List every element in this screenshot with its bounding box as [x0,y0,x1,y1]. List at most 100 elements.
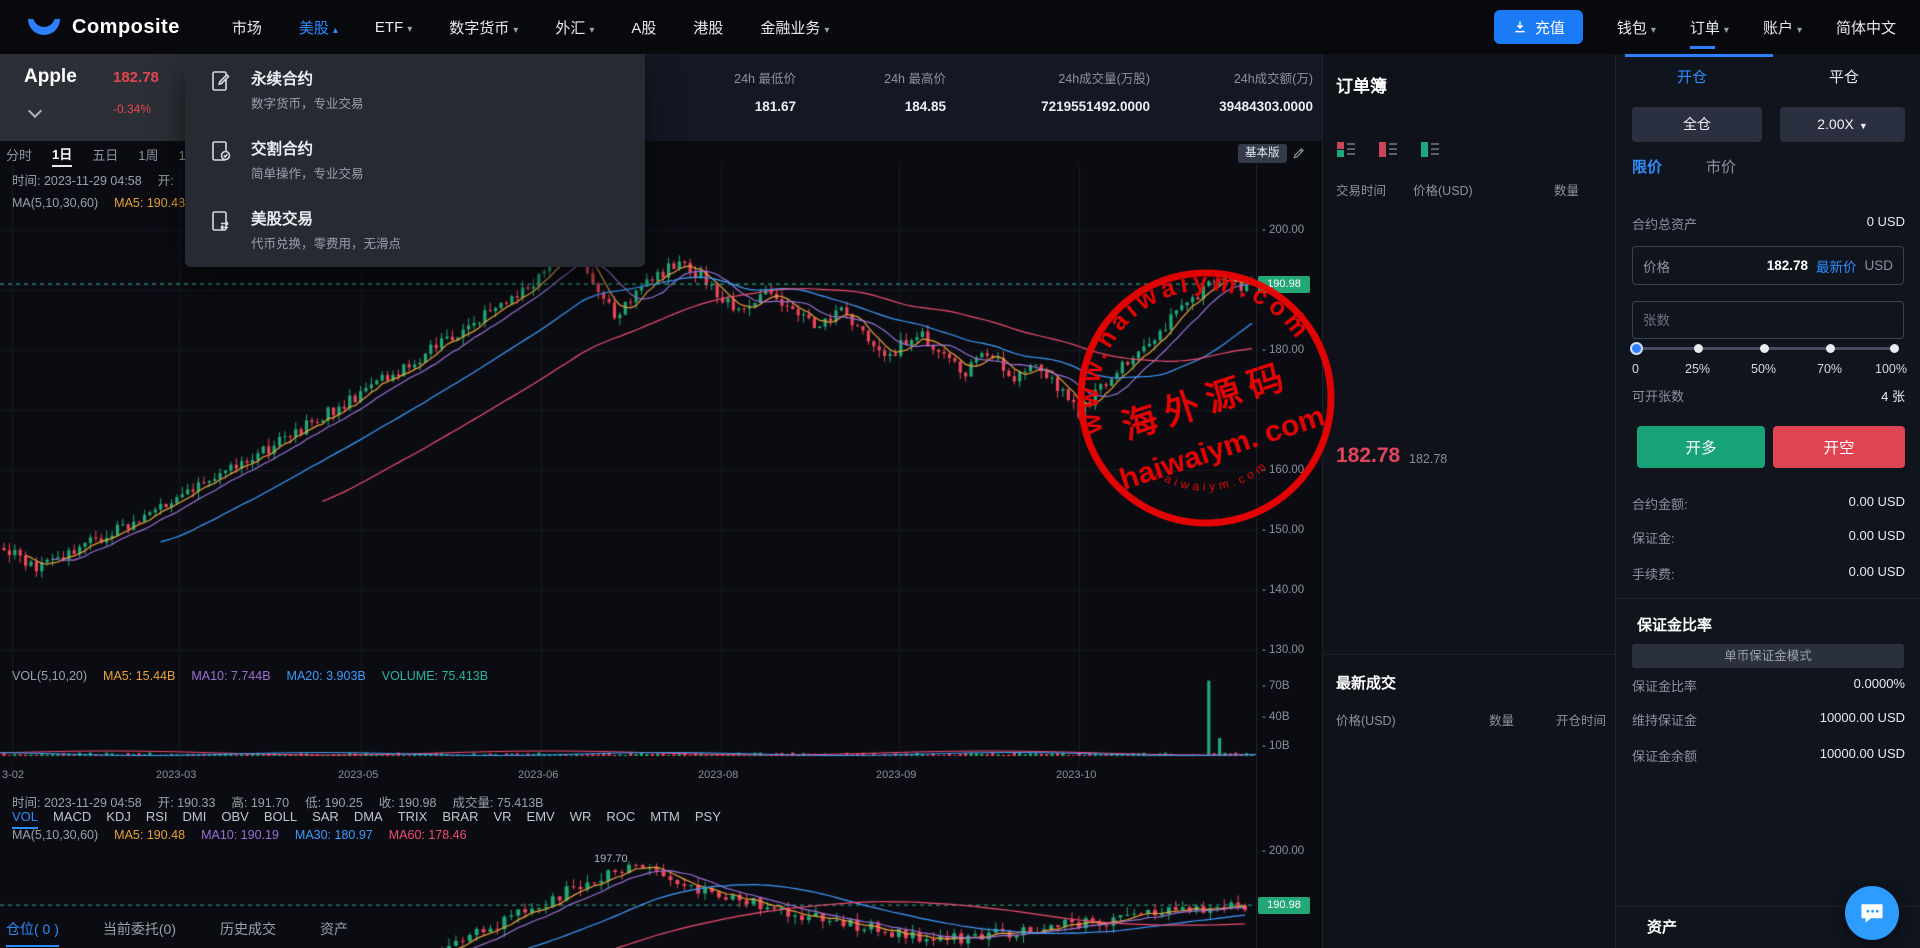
tab-trade-history[interactable]: 历史成交 [220,919,276,945]
nav-item-finance[interactable]: 金融业务 ▾ [760,17,829,38]
indicator-psy[interactable]: PSY [695,809,721,829]
indicator-wr[interactable]: WR [570,809,592,829]
indicator-obv[interactable]: OBV [221,809,248,829]
tab-assets[interactable]: 资产 [320,919,348,945]
nav-item-account[interactable]: 账户 ▾ [1763,17,1802,38]
margin-value: 0.00 USD [1848,528,1905,543]
vol-title: VOL(5,10,20) [12,669,88,683]
nav-item-wallet[interactable]: 钱包 ▾ [1617,17,1656,38]
language-switcher[interactable]: 简体中文 [1836,17,1896,38]
margin-label: 保证金: [1632,531,1675,546]
margin-mode-button[interactable]: 全仓 [1632,107,1762,142]
margin-balance-label: 保证金余额 [1632,749,1698,764]
tab-close-position[interactable]: 平仓 [1768,66,1920,87]
margin-ratio-label: 保证金比率 [1632,679,1698,694]
brand-name[interactable]: Composite [72,16,180,39]
tab-open-position[interactable]: 开仓 [1616,66,1768,87]
timeframe-5d[interactable]: 五日 [92,145,118,166]
indicator-roc[interactable]: ROC [606,809,635,829]
use-latest-price-button[interactable]: 最新价 [1816,256,1857,276]
edit-pencil-icon[interactable] [1292,146,1306,160]
nav-item-orders[interactable]: 订单 ▾ [1689,17,1729,49]
nav-item-market[interactable]: 市场 [232,17,262,38]
total-assets-label: 合约总资产 [1632,217,1698,232]
vol-ma10: MA10: 7.744B [191,669,271,683]
chat-bubble-icon [1861,904,1883,923]
timeframe-1w[interactable]: 1周 [138,145,158,166]
y-tick: 150.00 [1262,524,1304,536]
trading-app: Composite 市场 美股 ▴ ETF ▾ 数字货币 ▾ 外汇 ▾ A股 港股 金融… [0,0,1920,948]
nav-item-a-shares[interactable]: A股 [631,17,656,38]
brand-logo-icon[interactable] [28,19,60,35]
leverage-button[interactable]: 2.00X ▼ [1780,107,1905,142]
maintenance-margin-label: 维持保证金 [1632,713,1698,728]
menu-item-us-trading[interactable]: 美股交易 代币兑换，零费用，无滑点 [185,207,645,263]
order-type-tabs: 限价 市价 [1632,156,1736,177]
slider-label: 50% [1751,362,1777,376]
amount-slider[interactable] [1630,342,1899,355]
chevron-down-icon: ▾ [513,24,519,36]
vol-ma20: MA20: 3.903B [286,669,366,683]
latest-trades-title: 最新成交 [1336,675,1397,692]
vol-volume: VOLUME: 75.413B [381,669,489,683]
indicator-boll[interactable]: BOLL [264,809,297,829]
menu-item-perpetual[interactable]: 永续合约 数字货币，专业交易 [185,67,645,123]
slider-dot-25[interactable] [1694,344,1703,353]
tab-open-orders[interactable]: 当前委托(0) [103,919,176,945]
nav-item-forex[interactable]: 外汇 ▾ [555,17,594,38]
slider-dot-70[interactable] [1826,344,1835,353]
order-type-limit[interactable]: 限价 [1632,156,1662,177]
price-input[interactable]: 价格 182.78 最新价 USD [1632,246,1904,285]
tab-positions[interactable]: 仓位( 0 ) [6,919,59,947]
symbol-price: 182.78 [113,69,159,86]
chevron-down-icon[interactable] [27,103,43,119]
available-label: 可开张数 [1632,389,1685,404]
ma5-value: MA5: 190.48 [114,828,186,842]
us-stocks-dropdown-menu: 永续合约 数字货币，专业交易 交割合约 简单操作，专业交易 美股交易 代币兑换，… [185,54,645,267]
indicator-macd[interactable]: MACD [53,809,91,829]
nav-item-crypto[interactable]: 数字货币 ▾ [449,17,518,38]
indicator-vol[interactable]: VOL [12,809,39,829]
open-long-button[interactable]: 开多 [1637,426,1765,468]
indicator-dmi[interactable]: DMI [183,809,207,829]
margin-ratio-row: 保证金比率 0.0000% [1632,676,1905,695]
slider-dot-50[interactable] [1760,344,1769,353]
x-label: 2023-08 [698,769,739,781]
open-short-button[interactable]: 开空 [1773,426,1905,468]
chevron-down-icon: ▾ [1723,24,1729,36]
menu-item-delivery[interactable]: 交割合约 简单操作，专业交易 [185,137,645,193]
quantity-input[interactable] [1632,301,1904,339]
margin-row: 保证金: 0.00 USD [1632,528,1905,547]
recharge-button[interactable]: 充值 [1493,10,1583,44]
ma10-value: MA10: 190.19 [201,828,279,842]
indicator-emv[interactable]: EMV [527,809,555,829]
nav-item-etf[interactable]: ETF ▾ [375,19,412,36]
slider-dot-100[interactable] [1890,344,1899,353]
timeframe-1d[interactable]: 1日 [52,144,73,167]
indicator-kdj[interactable]: KDJ [106,809,131,829]
indicator-mtm[interactable]: MTM [650,809,680,829]
order-type-market[interactable]: 市价 [1706,156,1736,177]
nav-item-us-stocks[interactable]: 美股 ▴ [299,17,338,38]
indicator-rsi[interactable]: RSI [146,809,168,829]
indicator-trix[interactable]: TRIX [398,809,428,829]
volume-info-row: VOL(5,10,20) MA5: 15.44B MA10: 7.744B MA… [12,669,488,683]
x-axis: 3-02 2023-03 2023-05 2023-06 2023-08 202… [0,769,1256,785]
slider-dot-0[interactable] [1630,342,1643,355]
orderbook-mode-asks-icon[interactable] [1379,142,1397,157]
single-currency-margin-mode-button[interactable]: 单币保证金模式 [1632,644,1904,668]
nav-item-hk-stocks[interactable]: 港股 [693,17,723,38]
symbol-box[interactable]: Apple 182.78 -0.34% [0,54,185,141]
chevron-down-icon: ▾ [407,23,413,35]
chat-support-button[interactable] [1845,886,1899,940]
edition-button[interactable]: 基本版 [1238,144,1287,163]
timeframe-minute[interactable]: 分时 [6,145,32,166]
indicator-sar[interactable]: SAR [312,809,339,829]
indicator-dma[interactable]: DMA [354,809,383,829]
orderbook-mode-bids-icon[interactable] [1421,142,1439,157]
orderbook-mode-both-icon[interactable] [1337,142,1355,157]
margin-balance-row: 保证金余额 10000.00 USD [1632,746,1905,765]
margin-ratio-title: 保证金比率 [1637,617,1713,634]
indicator-vr[interactable]: VR [493,809,511,829]
indicator-brar[interactable]: BRAR [442,809,478,829]
